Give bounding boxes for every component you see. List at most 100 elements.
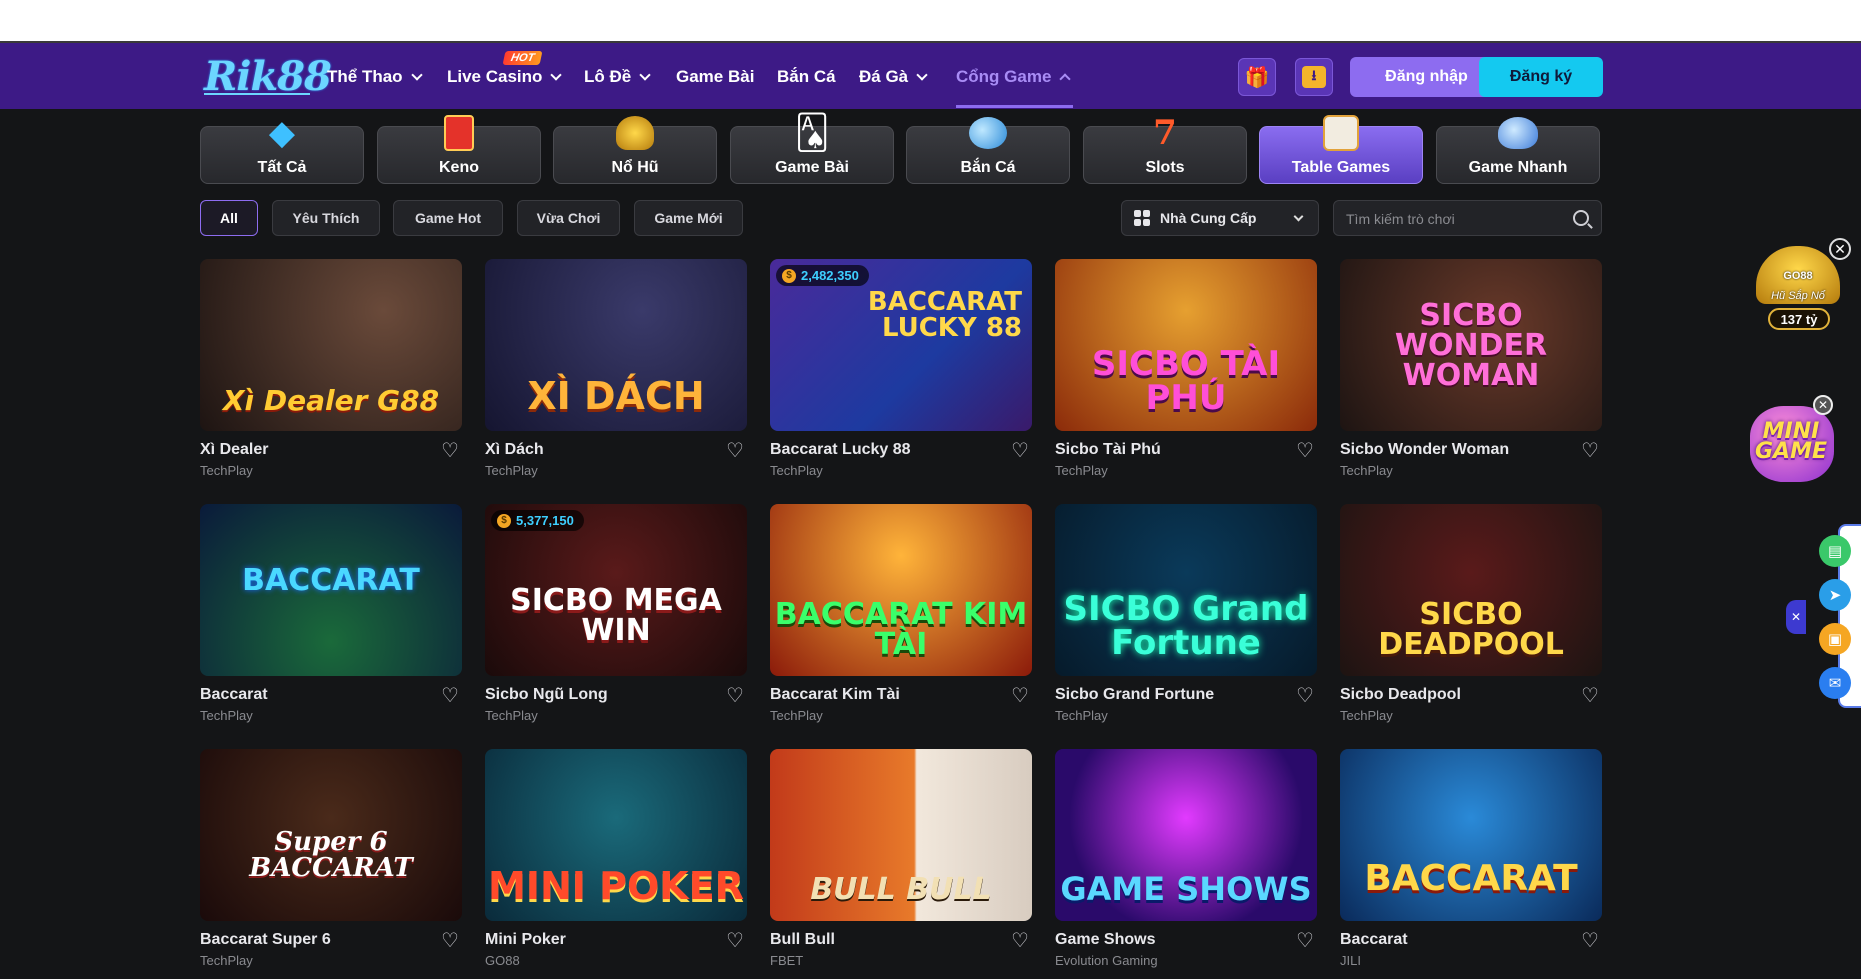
game-art-title: Super 6 BACCARAT	[249, 827, 413, 883]
game-card[interactable]: Xì Dealer G88 Xì Dealer TechPlay ♡	[200, 259, 462, 489]
game-card[interactable]: $2,482,350 BACCARAT LUCKY 88 Baccarat Lu…	[770, 259, 1032, 489]
game-thumbnail[interactable]: BULL BULL	[770, 749, 1032, 921]
nav-item-live-casino[interactable]: Live Casino	[447, 67, 563, 87]
heart-icon[interactable]: ♡	[440, 931, 460, 951]
close-icon[interactable]: ✕	[1829, 238, 1851, 260]
coin-icon: $	[497, 513, 511, 528]
search-input[interactable]	[1346, 209, 1556, 229]
register-button[interactable]: Đăng ký	[1479, 57, 1603, 97]
tab-no-hu[interactable]: Nổ Hũ	[553, 116, 717, 184]
tab-ban-ca[interactable]: Bắn Cá	[906, 117, 1070, 184]
game-title: Sicbo Deadpool	[1340, 686, 1461, 703]
download-icon: ⭳	[1302, 66, 1326, 88]
heart-icon[interactable]: ♡	[725, 441, 745, 461]
game-thumbnail[interactable]: BACCARAT	[200, 504, 462, 676]
heart-icon[interactable]: ♡	[1295, 686, 1315, 706]
tab-label: Table Games	[1291, 159, 1391, 176]
tab-keno[interactable]: Keno	[377, 115, 541, 184]
filter-chip-hot[interactable]: Game Hot	[393, 200, 503, 236]
coin-icon: $	[782, 268, 796, 283]
tab-tat-ca[interactable]: ◆ Tất Cả	[200, 114, 364, 184]
filter-chip-all[interactable]: All	[200, 200, 258, 236]
game-card[interactable]: GAME SHOWS Game Shows Evolution Gaming ♡	[1055, 749, 1317, 979]
jackpot-amount: 2,482,350	[801, 268, 859, 283]
game-art-title: BACCARAT KIM TÀI	[774, 597, 1028, 662]
game-provider: TechPlay	[485, 463, 538, 478]
game-card[interactable]: MINI POKER Mini Poker GO88 ♡	[485, 749, 747, 979]
game-card[interactable]: SICBO DEADPOOL Sicbo Deadpool TechPlay ♡	[1340, 504, 1602, 734]
game-thumbnail[interactable]: BACCARAT KIM TÀI	[770, 504, 1032, 676]
game-card[interactable]: XÌ DÁCH Xì Dách TechPlay ♡	[485, 259, 747, 489]
download-button[interactable]: ⭳	[1295, 58, 1333, 96]
nav-item-ban-ca[interactable]: Bắn Cá	[777, 67, 836, 87]
game-art-title: XÌ DÁCH	[527, 374, 705, 418]
filter-chip-new[interactable]: Game Mới	[634, 200, 743, 236]
heart-icon[interactable]: ♡	[1295, 931, 1315, 951]
heart-icon[interactable]: ♡	[440, 441, 460, 461]
game-thumbnail[interactable]: GAME SHOWS	[1055, 749, 1317, 921]
game-thumbnail[interactable]: $2,482,350 BACCARAT LUCKY 88	[770, 259, 1032, 431]
game-card[interactable]: SICBO Grand Fortune Sicbo Grand Fortune …	[1055, 504, 1317, 734]
filter-chip-favorite[interactable]: Yêu Thích	[272, 200, 380, 236]
telegram-icon[interactable]: ➤	[1819, 579, 1851, 611]
tab-game-bai[interactable]: 🂡 Game Bài	[730, 114, 894, 184]
game-thumbnail[interactable]: Xì Dealer G88	[200, 259, 462, 431]
nav-item-game-bai[interactable]: Game Bài	[676, 67, 754, 87]
game-card[interactable]: BACCARAT KIM TÀI Baccarat Kim Tài TechPl…	[770, 504, 1032, 734]
game-card[interactable]: BACCARAT Baccarat JILI ♡	[1340, 749, 1602, 979]
game-thumbnail[interactable]: SICBO DEADPOOL	[1340, 504, 1602, 676]
nav-item-cong-game[interactable]: Cổng Game	[956, 67, 1072, 87]
heart-icon[interactable]: ♡	[1010, 686, 1030, 706]
nav-item-da-ga[interactable]: Đá Gà	[859, 67, 928, 87]
filter-chip-recent[interactable]: Vừa Chơi	[517, 200, 620, 236]
filter-bar: All Yêu Thích Game Hot Vừa Chơi Game Mới…	[200, 200, 1602, 238]
game-card[interactable]: Super 6 BACCARAT Baccarat Super 6 TechPl…	[200, 749, 462, 979]
game-card[interactable]: SICBO WONDER WOMAN Sicbo Wonder Woman Te…	[1340, 259, 1602, 489]
game-provider: TechPlay	[770, 463, 823, 478]
heart-icon[interactable]: ♡	[1580, 686, 1600, 706]
game-card[interactable]: BULL BULL Bull Bull FBET ♡	[770, 749, 1032, 979]
contact-collapse-tab[interactable]: ✕	[1786, 600, 1806, 634]
heart-icon[interactable]: ♡	[1295, 441, 1315, 461]
messenger-icon[interactable]: ✉	[1819, 667, 1851, 699]
nav-item-label: Lô Đề	[584, 67, 632, 86]
game-thumbnail[interactable]: MINI POKER	[485, 749, 747, 921]
mini-game-label: MINI GAME	[1754, 419, 1827, 464]
search-icon[interactable]	[1573, 210, 1589, 226]
heart-icon[interactable]: ♡	[725, 686, 745, 706]
gift-button[interactable]: 🎁	[1238, 58, 1276, 96]
heart-icon[interactable]: ♡	[440, 686, 460, 706]
game-thumbnail[interactable]: XÌ DÁCH	[485, 259, 747, 431]
heart-icon[interactable]: ♡	[1580, 441, 1600, 461]
game-thumbnail[interactable]: SICBO TÀI PHÚ	[1055, 259, 1317, 431]
heart-icon[interactable]: ♡	[1010, 441, 1030, 461]
game-thumbnail[interactable]: BACCARAT	[1340, 749, 1602, 921]
chat-icon[interactable]: ▤	[1819, 535, 1851, 567]
game-thumbnail[interactable]: SICBO Grand Fortune	[1055, 504, 1317, 676]
game-art-title: BACCARAT LUCKY 88	[867, 287, 1022, 343]
nav-item-lo-de[interactable]: Lô Đề	[584, 67, 651, 87]
tab-slots[interactable]: 7 Slots	[1083, 113, 1247, 184]
tab-label: Game Nhanh	[1468, 159, 1568, 176]
nav-item-the-thao[interactable]: Thể Thao	[327, 67, 423, 87]
heart-icon[interactable]: ♡	[1010, 931, 1030, 951]
tab-game-nhanh[interactable]: Game Nhanh	[1436, 117, 1600, 184]
game-thumbnail[interactable]: Super 6 BACCARAT	[200, 749, 462, 921]
game-thumbnail[interactable]: SICBO WONDER WOMAN	[1340, 259, 1602, 431]
game-card[interactable]: BACCARAT Baccarat TechPlay ♡	[200, 504, 462, 734]
heart-icon[interactable]: ♡	[1580, 931, 1600, 951]
close-icon[interactable]: ✕	[1813, 395, 1833, 415]
search-box	[1333, 200, 1602, 236]
nav-item-label: Đá Gà	[859, 67, 909, 86]
game-title: Game Shows	[1055, 931, 1156, 948]
heart-icon[interactable]: ♡	[725, 931, 745, 951]
shop-icon[interactable]: ▣	[1819, 623, 1851, 655]
game-card[interactable]: $5,377,150 SICBO MEGA WIN Sicbo Ngũ Long…	[485, 504, 747, 734]
provider-dropdown[interactable]: Nhà Cung Cấp	[1121, 200, 1319, 236]
tab-table-games[interactable]: Table Games	[1259, 115, 1423, 184]
jackpot-amount: 5,377,150	[516, 513, 574, 528]
game-thumbnail[interactable]: $5,377,150 SICBO MEGA WIN	[485, 504, 747, 676]
game-title: Xì Dách	[485, 441, 544, 458]
game-card[interactable]: SICBO TÀI PHÚ Sicbo Tài Phú TechPlay ♡	[1055, 259, 1317, 489]
diamond-icon: ◆	[268, 114, 296, 152]
